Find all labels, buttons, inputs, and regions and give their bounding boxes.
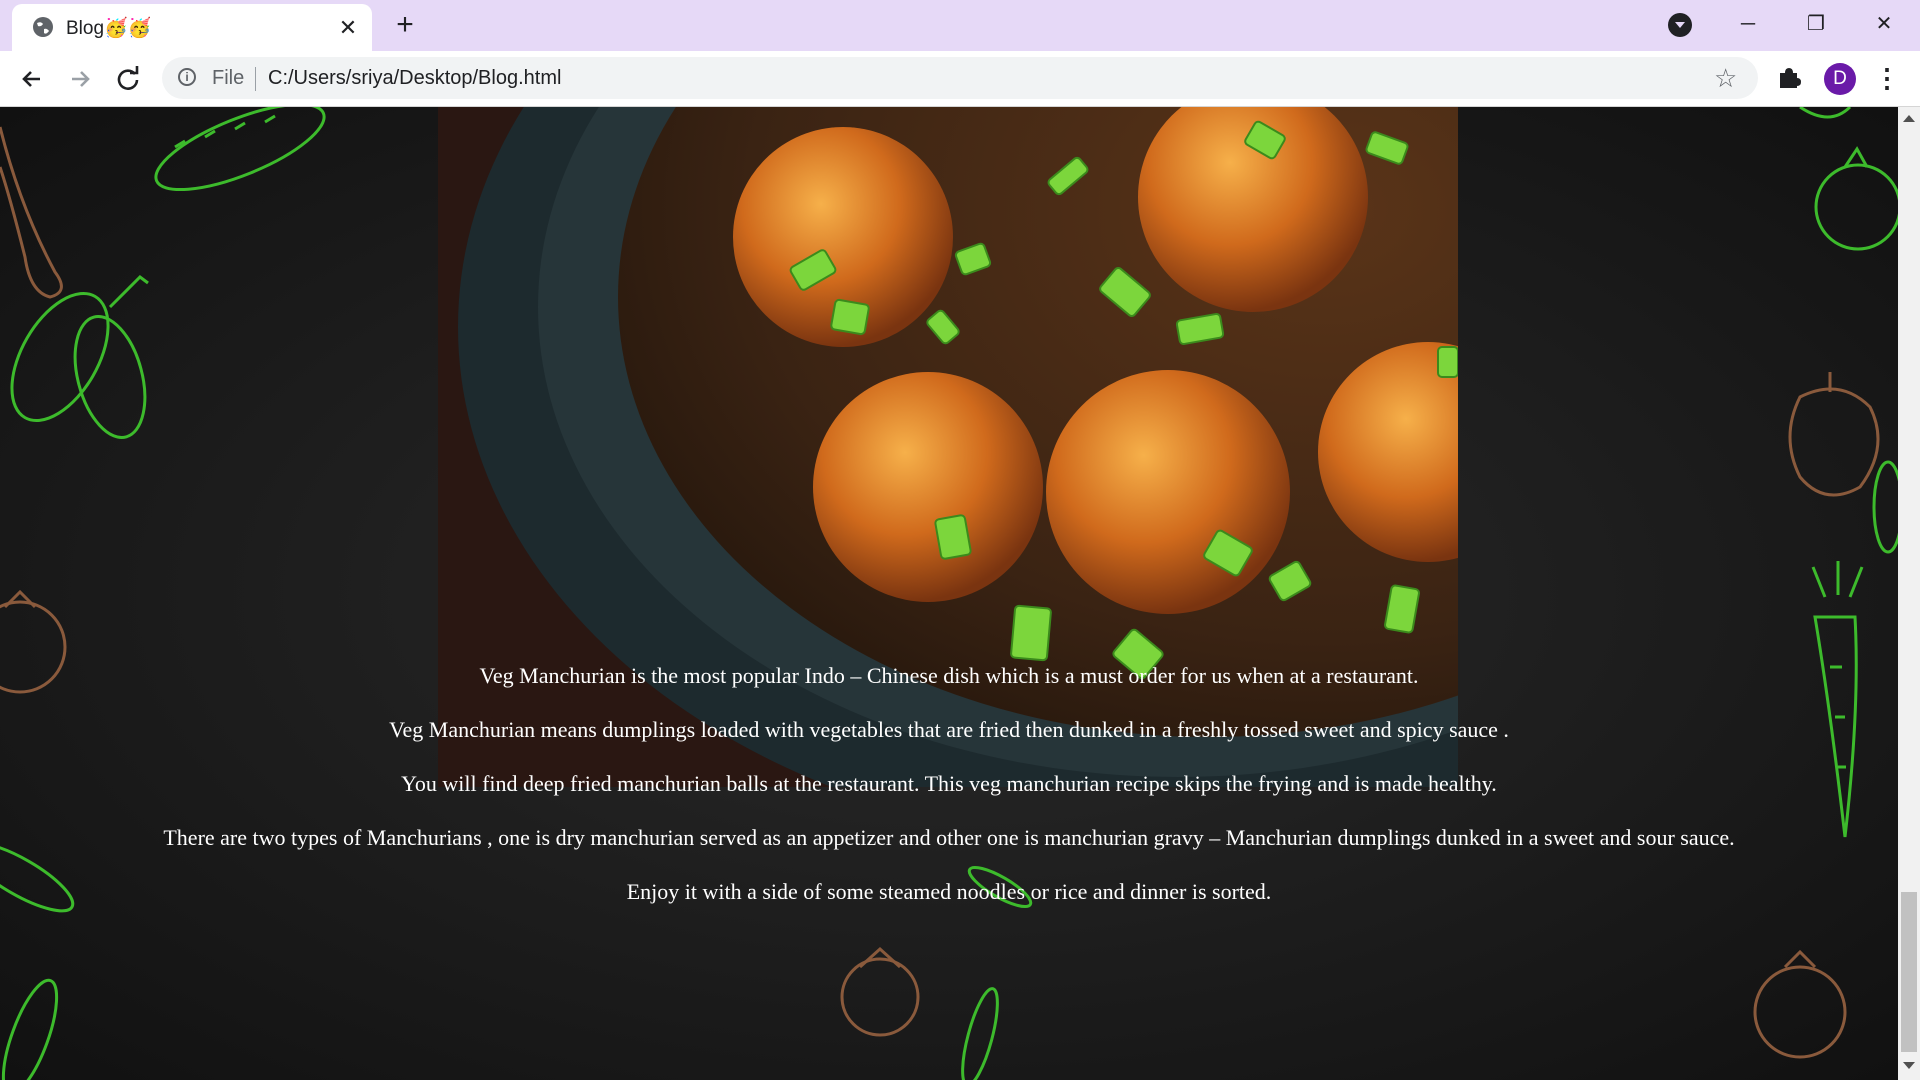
puzzle-icon[interactable] (1774, 64, 1804, 94)
star-icon[interactable]: ☆ (1714, 63, 1737, 94)
paragraph-1: Veg Manchurian is the most popular Indo … (479, 663, 1419, 688)
scroll-thumb[interactable] (1901, 892, 1917, 1052)
scroll-up-icon[interactable] (1903, 115, 1915, 122)
tab-title: Blog🥳🥳 (66, 18, 152, 39)
more-vert-icon[interactable]: ⋮ (1874, 63, 1900, 95)
paragraph-3: You will find deep fried manchurian ball… (401, 771, 1497, 796)
tab-strip: Blog🥳🥳 ✕ + ─ ❐ ✕ (0, 0, 1920, 51)
reload-icon[interactable] (110, 61, 146, 97)
back-arrow-icon[interactable] (14, 61, 50, 97)
browser-toolbar: i File C:/Users/sriya/Desktop/Blog.html … (0, 51, 1920, 107)
tab-search-icon[interactable] (1668, 13, 1692, 37)
close-window-button[interactable]: ✕ (1856, 4, 1912, 44)
profile-avatar[interactable]: D (1824, 63, 1856, 95)
paragraph-5: Enjoy it with a side of some steamed noo… (626, 879, 1272, 904)
address-bar[interactable]: i File C:/Users/sriya/Desktop/Blog.html … (162, 57, 1758, 99)
url-scheme: File (212, 67, 245, 89)
globe-icon (33, 17, 53, 37)
restore-button[interactable]: ❐ (1788, 4, 1844, 44)
browser-tab[interactable]: Blog🥳🥳 ✕ (12, 4, 372, 51)
new-tab-button[interactable]: + (390, 10, 420, 40)
paragraph-2: Veg Manchurian means dumplings loaded wi… (389, 717, 1509, 742)
blog-page: Veg Manchurian is the most popular Indo … (0, 107, 1898, 1080)
page-scrollbar[interactable] (1898, 107, 1920, 1080)
url-text[interactable]: C:/Users/sriya/Desktop/Blog.html (268, 67, 561, 90)
minimize-button[interactable]: ─ (1720, 4, 1776, 44)
tab-close-icon[interactable]: ✕ (336, 16, 360, 40)
scroll-down-icon[interactable] (1903, 1062, 1915, 1069)
info-icon[interactable]: i (178, 68, 196, 86)
forward-arrow-icon[interactable] (62, 61, 98, 97)
omnibox-divider (255, 67, 256, 91)
paragraph-4: There are two types of Manchurians , one… (163, 825, 1735, 850)
